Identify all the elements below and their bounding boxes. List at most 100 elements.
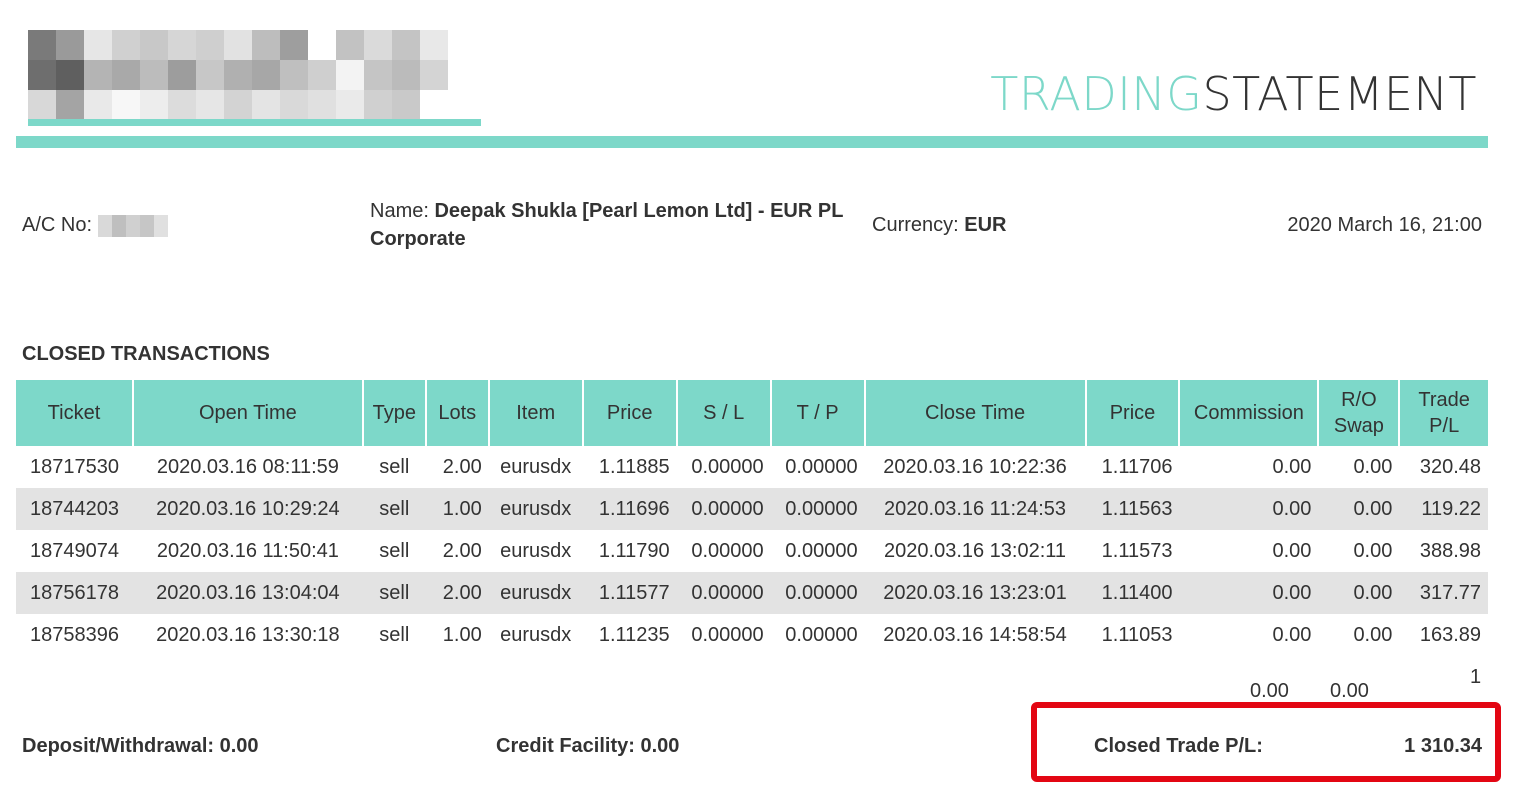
table-header-row: Ticket Open Time Type Lots Item Price S …: [16, 380, 1488, 446]
cell-close-price: 1.11563: [1085, 488, 1180, 530]
cell-ticket: 18744203: [16, 488, 133, 530]
title-light-part: TRADING: [990, 67, 1203, 121]
cell-commission: 0.00: [1272, 539, 1312, 562]
cell-type: sell: [379, 623, 410, 646]
cell-type: sell: [379, 539, 410, 562]
cell-item: eurusdx: [500, 539, 572, 562]
cell-lots: 1.00: [442, 623, 482, 646]
cell-close-time: 2020.03.16 14:58:54: [883, 623, 1067, 646]
cell-type: sell: [379, 455, 410, 478]
cell-swap: 0.00: [1353, 455, 1393, 478]
cell-swap: 0.00: [1318, 488, 1400, 530]
cell-swap: 0.00: [1318, 572, 1400, 614]
cell-close-price: 1.11573: [1101, 539, 1173, 562]
currency-label: Currency:: [872, 214, 959, 236]
cell-type: sell: [362, 488, 426, 530]
section-title: CLOSED TRANSACTIONS: [22, 343, 270, 365]
cell-stop-loss: 0.00000: [691, 623, 764, 646]
table-row: 18758396 2020.03.16 13:30:18 sell 1.00 eurus…: [16, 614, 1488, 656]
cell-open-price: 1.11885: [598, 455, 670, 478]
total-commission: 0.00: [1250, 680, 1289, 702]
table-row: 18756178 2020.03.16 13:04:04 sell 2.00 eurus…: [16, 572, 1488, 614]
cell-trade-pl: 163.89: [1419, 623, 1481, 646]
cell-take-profit: 0.00000: [785, 623, 858, 646]
cell-trade-pl: 320.48: [1419, 455, 1481, 478]
cell-stop-loss: 0.00000: [691, 539, 764, 562]
col-header-ticket: Ticket: [16, 380, 134, 446]
cell-ticket: 18717530: [29, 455, 119, 478]
cell-close-time: 2020.03.16 13:23:01: [864, 572, 1086, 614]
account-number-label: A/C No:: [22, 214, 93, 236]
cell-lots: 2.00: [442, 539, 482, 562]
cell-lots: 1.00: [425, 488, 489, 530]
cell-ticket: 18749074: [29, 539, 119, 562]
cell-take-profit: 0.00000: [770, 572, 865, 614]
cell-commission: 0.00: [1272, 623, 1312, 646]
cell-lots: 2.00: [442, 455, 482, 478]
title-dark-part: STATEMENT: [1202, 67, 1477, 121]
cell-close-time: 2020.03.16 13:02:11: [884, 539, 1067, 562]
col-header-type: Type: [362, 380, 427, 446]
cell-open-time: 2020.03.16 11:50:41: [156, 539, 339, 562]
cell-lots: 2.00: [425, 572, 489, 614]
cell-close-price: 1.11706: [1101, 455, 1173, 478]
col-header-close-price: Price: [1085, 380, 1181, 446]
cell-commission: 0.00: [1179, 488, 1319, 530]
account-currency: Currency: EUR: [872, 211, 1007, 239]
cell-close-time: 2020.03.16 10:22:36: [883, 455, 1067, 478]
cell-commission: 0.00: [1179, 572, 1319, 614]
col-header-take-profit: T / P: [770, 380, 866, 446]
cell-trade-pl: 388.98: [1419, 539, 1481, 562]
cell-commission: 0.00: [1272, 455, 1312, 478]
cell-type: sell: [362, 572, 426, 614]
cell-stop-loss: 0.00000: [676, 572, 771, 614]
total-swap: 0.00: [1330, 680, 1369, 702]
document-title: TRADINGSTATEMENT: [990, 68, 1477, 120]
cell-open-price: 1.11790: [598, 539, 670, 562]
cell-open-time: 2020.03.16 10:29:24: [132, 488, 363, 530]
statement-date: 2020 March 16, 21:00: [1287, 214, 1482, 236]
account-name: Name: Deepak Shukla [Pearl Lemon Ltd] - …: [370, 197, 865, 253]
cell-take-profit: 0.00000: [785, 455, 858, 478]
cell-swap: 0.00: [1353, 539, 1393, 562]
name-value: Deepak Shukla [Pearl Lemon Ltd] - EUR PL…: [370, 200, 844, 250]
cell-open-price: 1.11577: [582, 572, 677, 614]
cell-stop-loss: 0.00000: [691, 455, 764, 478]
col-header-swap: R/O Swap: [1318, 380, 1401, 446]
cell-close-time: 2020.03.16 11:24:53: [864, 488, 1086, 530]
account-number: A/C No:: [22, 211, 168, 239]
col-header-open-price: Price: [582, 380, 678, 446]
header-divider: [16, 136, 1488, 148]
cell-open-time: 2020.03.16 13:30:18: [156, 623, 340, 646]
cell-take-profit: 0.00000: [785, 539, 858, 562]
cell-ticket: 18756178: [16, 572, 133, 614]
cell-trade-pl: 119.22: [1399, 488, 1488, 530]
cell-open-price: 1.11696: [582, 488, 677, 530]
currency-value: EUR: [964, 214, 1007, 236]
company-logo-pixelated: [28, 18, 448, 120]
col-header-open-time: Open Time: [132, 380, 364, 446]
cell-open-price: 1.11235: [598, 623, 670, 646]
cell-item: eurusdx: [488, 572, 583, 614]
col-header-commission: Commission: [1179, 380, 1320, 446]
account-number-redacted: [97, 214, 168, 237]
cell-ticket: 18758396: [29, 623, 119, 646]
cell-swap: 0.00: [1353, 623, 1393, 646]
col-header-lots: Lots: [425, 380, 490, 446]
cell-item: eurusdx: [500, 623, 572, 646]
total-trade-pl-line1: 1: [1470, 666, 1482, 688]
cell-item: eurusdx: [488, 488, 583, 530]
cell-close-price: 1.11053: [1101, 623, 1173, 646]
table-row: 18744203 2020.03.16 10:29:24 sell 1.00 eurus…: [16, 488, 1488, 530]
name-label: Name:: [370, 200, 429, 222]
cell-item: eurusdx: [500, 455, 572, 478]
deposit-withdrawal: Deposit/Withdrawal: 0.00: [22, 735, 259, 757]
cell-close-price: 1.11400: [1085, 572, 1180, 614]
credit-facility: Credit Facility: 0.00: [496, 735, 680, 757]
cell-open-time: 2020.03.16 13:04:04: [132, 572, 363, 614]
col-header-item: Item: [488, 380, 584, 446]
highlight-annotation-box: [1031, 702, 1501, 782]
logo-underline: [28, 119, 481, 126]
cell-take-profit: 0.00000: [770, 488, 865, 530]
col-header-trade-pl: Trade P/L: [1399, 380, 1488, 446]
